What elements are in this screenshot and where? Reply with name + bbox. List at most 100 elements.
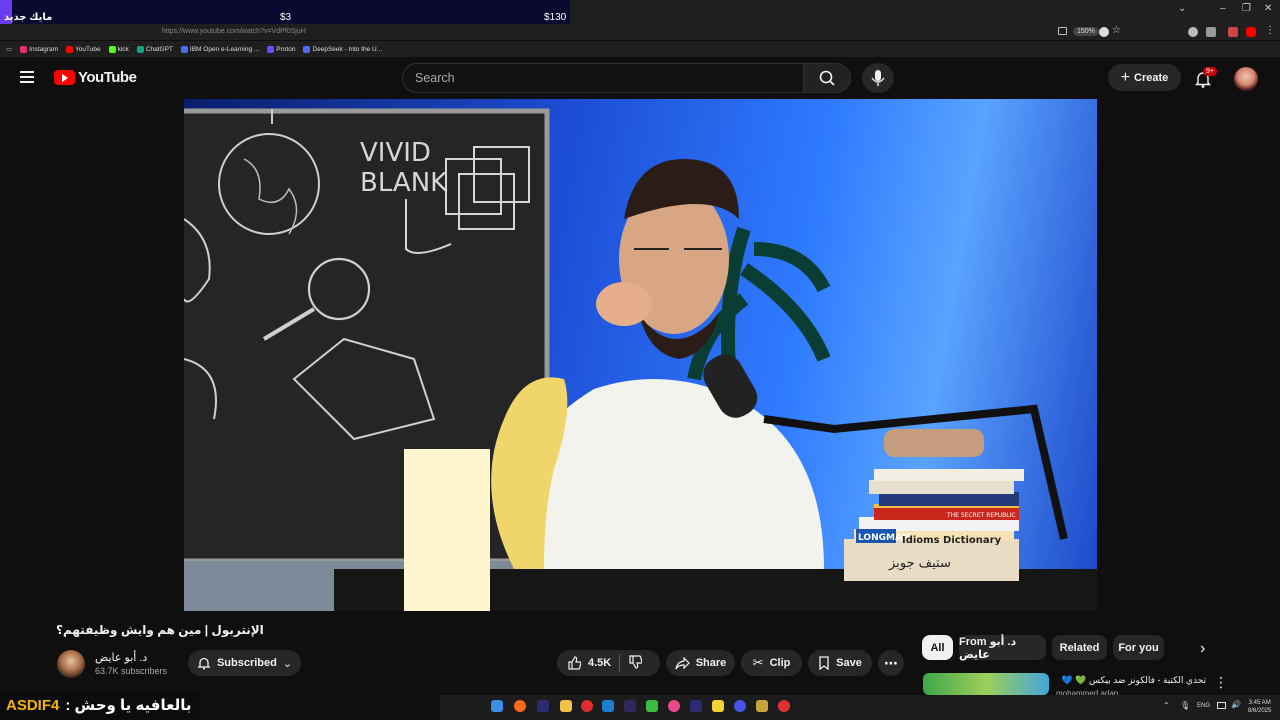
- recommended-title[interactable]: تحدي الكتبة - فالكونز ضد بيكس 💚 💙: [1056, 675, 1206, 686]
- restore-button[interactable]: ❐: [1242, 3, 1251, 14]
- ibm-icon: [180, 45, 188, 53]
- subscribed-label: Subscribed: [216, 657, 277, 669]
- bookmark-label: ChatGPT: [145, 45, 173, 53]
- hamburger-menu-icon[interactable]: [20, 71, 34, 83]
- like-dislike-group: 4.5K: [557, 650, 660, 676]
- app-gold-icon[interactable]: [756, 700, 768, 712]
- overlay-label: مايك جديد: [4, 12, 53, 23]
- bookmark-folder-icon[interactable]: ▭: [6, 45, 12, 53]
- app-pink-icon[interactable]: [668, 700, 680, 712]
- clip-label: Clip: [769, 657, 791, 669]
- chip-for-you[interactable]: For you: [1113, 635, 1164, 660]
- bookmark-label: IBM Open e-Learning ...: [189, 45, 260, 53]
- share-button[interactable]: Share: [666, 650, 735, 676]
- like-button[interactable]: 4.5K: [567, 656, 611, 670]
- overlay-code: ASDIF4: [6, 696, 60, 714]
- bookmark-kick[interactable]: kick: [108, 45, 129, 53]
- video-frame: VIVID BLANK ستيف جوبز LONGMAN Idioms Dic…: [184, 108, 1097, 611]
- file-explorer-icon[interactable]: [560, 700, 572, 712]
- chip-from-channel[interactable]: From د. أبو عايض: [959, 635, 1046, 661]
- bookmark-star-icon[interactable]: ☆: [1112, 25, 1121, 36]
- extensions-icon[interactable]: [1206, 27, 1216, 37]
- more-actions-button[interactable]: ⋯: [878, 650, 904, 676]
- bookmark-chatgpt[interactable]: ChatGPT: [136, 45, 173, 53]
- search-button[interactable]: [803, 63, 851, 93]
- divider: [619, 654, 621, 672]
- start-icon[interactable]: [491, 700, 503, 712]
- recommended-thumbnail[interactable]: [923, 673, 1049, 695]
- after-effects-icon[interactable]: [624, 700, 636, 712]
- app-red-icon[interactable]: [581, 700, 593, 712]
- minimize-button[interactable]: –: [1220, 3, 1226, 14]
- system-clock[interactable]: 3:45 AM 8/6/2025: [1248, 699, 1271, 715]
- deepseek-icon: [303, 45, 311, 53]
- plus-icon: +: [1120, 68, 1131, 86]
- video-player[interactable]: VIVID BLANK ستيف جوبز LONGMAN Idioms Dic…: [184, 99, 1097, 611]
- extension-youtube-icon[interactable]: [1246, 27, 1256, 37]
- bookmark-youtube[interactable]: YouTube: [66, 45, 101, 53]
- youtube-logo[interactable]: YouTube: [54, 69, 137, 86]
- chatgpt-icon: [136, 45, 144, 53]
- thumbs-down-icon: [629, 654, 643, 669]
- app-blue-icon[interactable]: [734, 700, 746, 712]
- thumbs-up-icon: [568, 656, 581, 670]
- book-bottom-title: ستيف جوبز: [888, 556, 951, 571]
- search-input[interactable]: Search: [402, 63, 804, 93]
- bookmark-deepseek[interactable]: DeepSeek - Into the U...: [303, 45, 383, 53]
- person-hand: [596, 282, 652, 326]
- bookmark-proton[interactable]: Proton: [267, 45, 295, 53]
- channel-name[interactable]: د. أبو عايض: [95, 651, 147, 664]
- vscode-icon[interactable]: [602, 700, 614, 712]
- language-indicator[interactable]: ENG: [1197, 703, 1210, 709]
- browser-menu-icon[interactable]: ⋮: [1265, 25, 1275, 36]
- save-button[interactable]: Save: [808, 650, 872, 676]
- board-text-vivid: VIVID: [360, 138, 431, 168]
- youtube-play-icon: [54, 70, 75, 85]
- clip-button[interactable]: ✂ Clip: [741, 650, 802, 676]
- voice-search-button[interactable]: [862, 63, 894, 93]
- premiere-2-icon[interactable]: [690, 700, 702, 712]
- bookmark-instagram[interactable]: Instagram: [20, 45, 59, 53]
- tab-list-chevron-icon[interactable]: ⌄: [1178, 3, 1186, 14]
- tray-mic-icon[interactable]: 🎙: [1180, 701, 1190, 710]
- volume-icon[interactable]: 🔊: [1231, 700, 1241, 709]
- screen-cast-icon[interactable]: [1058, 27, 1067, 35]
- bookmark-ibm[interactable]: IBM Open e-Learning ...: [180, 45, 260, 53]
- chip-related[interactable]: Related: [1052, 635, 1107, 660]
- extension-red-icon[interactable]: [1228, 27, 1238, 37]
- more-horizontal-icon: ⋯: [884, 654, 898, 671]
- chip-all[interactable]: All: [922, 635, 953, 660]
- network-icon[interactable]: [1217, 702, 1226, 709]
- video-title: الإنتربول | مين هم وايش وظيفتهم؟: [56, 623, 264, 637]
- overlay-message: بالعافيه يا وحش :: [65, 697, 192, 714]
- subscribed-button[interactable]: Subscribed ⌄: [188, 650, 301, 676]
- account-icon[interactable]: [1188, 27, 1198, 37]
- instagram-icon: [20, 45, 28, 53]
- lamp: [404, 449, 490, 611]
- app-green-icon[interactable]: [646, 700, 658, 712]
- tray-chevron-icon[interactable]: ⌃: [1163, 701, 1170, 710]
- user-avatar[interactable]: [1234, 67, 1258, 91]
- zoom-level[interactable]: 150%: [1073, 27, 1099, 36]
- proton-icon: [267, 45, 275, 53]
- firefox-icon[interactable]: [514, 700, 526, 712]
- extension-dot-icon[interactable]: [1099, 27, 1109, 37]
- stream-chat-overlay: ASDIF4 بالعافيه يا وحش :: [0, 690, 200, 720]
- close-window-button[interactable]: ✕: [1264, 3, 1272, 14]
- wooden-hand: [884, 429, 984, 457]
- recommended-more-icon[interactable]: ⋮: [1214, 674, 1228, 691]
- chips-next-chevron-icon[interactable]: ›: [1200, 640, 1205, 658]
- dislike-button[interactable]: [628, 654, 643, 672]
- youtube-icon: [66, 45, 74, 53]
- premiere-icon[interactable]: [537, 700, 549, 712]
- chrome-icon[interactable]: [778, 700, 790, 712]
- url-field[interactable]: https://www.youtube.com/watch?v=VdPf0Sju…: [162, 28, 306, 35]
- bookmark-label: YouTube: [75, 45, 101, 53]
- bookmark-label: Instagram: [29, 45, 59, 53]
- create-button[interactable]: + Create: [1108, 64, 1181, 91]
- bookmark-label: DeepSeek - Into the U...: [312, 45, 383, 53]
- channel-avatar[interactable]: [57, 650, 85, 678]
- bookmarks-bar: ▭ Instagram YouTube kick ChatGPT IBM Ope…: [0, 41, 1280, 57]
- book-title-red: THE SECRET REPUBLIC: [946, 512, 1016, 519]
- app-yellow-icon[interactable]: [712, 700, 724, 712]
